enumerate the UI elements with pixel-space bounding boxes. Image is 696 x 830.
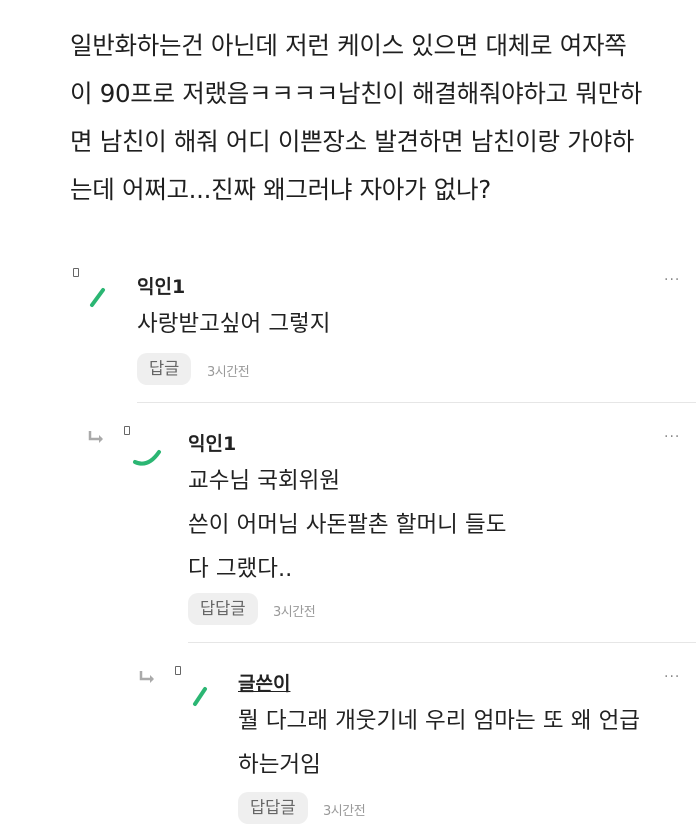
post-body: 일반화하는건 아닌데 저런 케이스 있으면 대체로 여자쪽 이 90프로 저랬음… — [70, 22, 690, 214]
comment-time: 3시간전 — [323, 804, 366, 819]
reply-arrow-icon — [88, 431, 103, 443]
comment-author[interactable]: 익인1 — [188, 429, 236, 456]
avatar-icon[interactable] — [175, 666, 217, 710]
comment-text: 뭘 다그래 개웃기네 우리 엄마는 또 왜 언급 하는거임 — [238, 699, 640, 787]
avatar-corner-icon — [73, 268, 79, 277]
comment-line: 교수님 국회위원 — [188, 468, 341, 494]
reply-button[interactable]: 답답글 — [188, 593, 258, 625]
avatar-accent-icon — [90, 288, 105, 307]
post-line: 면 남친이 해줘 어디 이쁜장소 발견하면 남친이랑 가야하 — [70, 127, 634, 156]
avatar-corner-icon — [124, 426, 130, 435]
comment-time: 3시간전 — [207, 365, 250, 380]
post-line: 이 90프로 저랬음ㅋㅋㅋㅋ남친이 해결해줘야하고 뭐만하 — [70, 79, 643, 108]
avatar-accent-icon — [193, 687, 207, 706]
comment-line: 하는거임 — [238, 752, 321, 778]
comment-author[interactable]: 익인1 — [137, 272, 185, 299]
comment-line: 뭘 다그래 개웃기네 우리 엄마는 또 왜 언급 — [238, 708, 640, 734]
post-line: 일반화하는건 아닌데 저런 케이스 있으면 대체로 여자쪽 — [70, 31, 627, 60]
avatar-accent-icon — [133, 450, 161, 466]
comment-text: 교수님 국회위원 쓴이 어머님 사돈팔촌 할머니 들도 다 그랬다.. — [188, 459, 506, 591]
more-dots-icon[interactable]: ··· — [664, 669, 680, 685]
more-dots-icon[interactable]: ··· — [664, 429, 680, 445]
comment-line: 사랑받고싶어 그렇지 — [137, 311, 331, 337]
comment-text: 사랑받고싶어 그렇지 — [137, 302, 330, 346]
avatar-icon[interactable] — [124, 426, 166, 470]
reply-arrow-icon — [139, 671, 154, 683]
comment-author-op[interactable]: 글쓴이 — [238, 669, 290, 696]
divider — [188, 642, 696, 643]
divider — [137, 402, 696, 403]
comment-line: 다 그랬다.. — [188, 556, 293, 582]
comment-time: 3시간전 — [273, 605, 316, 620]
more-dots-icon[interactable]: ··· — [664, 272, 680, 288]
avatar-corner-icon — [175, 666, 181, 675]
comment-line: 쓴이 어머님 사돈팔촌 할머니 들도 — [188, 512, 507, 538]
post-line: 는데 어쩌고...진짜 왜그러냐 자아가 없나? — [70, 175, 491, 204]
reply-button[interactable]: 답답글 — [238, 792, 308, 824]
reply-button[interactable]: 답글 — [137, 353, 192, 385]
avatar-icon[interactable] — [73, 268, 115, 312]
